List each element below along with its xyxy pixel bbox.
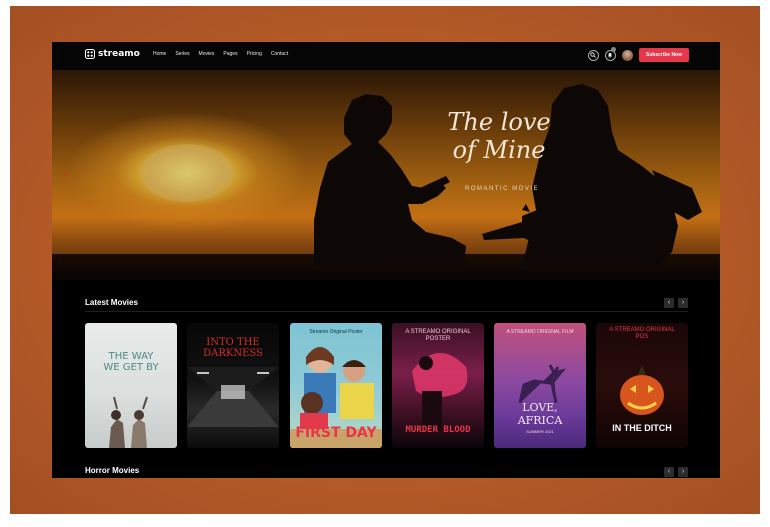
- bell-icon: [608, 53, 613, 58]
- movie-poster[interactable]: Streamo Original Poster FIRST DAY: [290, 323, 382, 448]
- poster-image: [518, 364, 567, 403]
- top-navbar: streamo Home Series Movies Pages Pricing…: [52, 42, 720, 70]
- streaming-app-window: streamo Home Series Movies Pages Pricing…: [52, 42, 720, 478]
- poster-tagline: Streamo Original Poster: [309, 329, 363, 335]
- main-menu: Home Series Movies Pages Pricing Contact: [153, 51, 297, 57]
- movie-poster[interactable]: A STREAMO ORIGINAL FILM LOVE, AFRICA SUM…: [494, 323, 586, 448]
- poster-title: IN THE DITCH: [612, 423, 672, 433]
- latest-prev-button[interactable]: ‹: [664, 298, 674, 308]
- menu-item-movies[interactable]: Movies: [199, 51, 215, 57]
- hero-prev-arrow[interactable]: ‹: [64, 168, 67, 179]
- nav-actions: Subscribe Now: [587, 46, 689, 62]
- menu-item-pages[interactable]: Pages: [223, 51, 237, 57]
- poster-image: [620, 365, 664, 415]
- section-divider: [85, 311, 688, 312]
- menu-item-contact[interactable]: Contact: [271, 51, 288, 57]
- notification-badge: [610, 46, 616, 52]
- latest-movies-row: THE WAY WE GET BY INTO THE DARKNESS Stre…: [85, 323, 720, 448]
- latest-movies-title: Latest Movies: [85, 298, 138, 307]
- horror-movies-title: Horror Movies: [85, 466, 140, 475]
- movie-poster[interactable]: A STREAMO ORIGINAL POSTER MURDER BLOOD: [392, 323, 484, 448]
- poster-tagline: A STREAMO ORIGINAL FILM: [506, 329, 574, 335]
- logo-text: streamo: [98, 49, 140, 59]
- avatar[interactable]: [621, 49, 633, 61]
- movie-poster[interactable]: THE WAY WE GET BY: [85, 323, 177, 448]
- poster-image: [109, 396, 148, 448]
- hero-title-line-1: The love: [447, 108, 551, 136]
- poster-title: MURDER BLOOD: [405, 425, 471, 435]
- search-icon: [590, 52, 597, 58]
- poster-date: SUMMER 2021: [526, 429, 554, 434]
- movie-poster[interactable]: INTO THE DARKNESS: [187, 323, 279, 448]
- poster-title: THE WAY WE GET BY: [103, 351, 159, 373]
- logo-icon: [85, 49, 95, 59]
- poster-title: LOVE, AFRICA: [517, 401, 563, 427]
- notifications-button[interactable]: [604, 46, 616, 61]
- latest-movies-arrows: ‹ ›: [664, 298, 688, 308]
- search-button[interactable]: [587, 49, 599, 61]
- movie-poster[interactable]: A STREAMO ORIGINAL POS IN THE DITCH: [596, 323, 688, 448]
- horror-movies-arrows: ‹ ›: [664, 467, 688, 477]
- logo[interactable]: streamo: [85, 49, 140, 59]
- menu-item-pricing[interactable]: Pricing: [247, 51, 262, 57]
- poster-tagline: A STREAMO ORIGINAL POS: [609, 327, 675, 340]
- couple-silhouette: [314, 84, 702, 266]
- hero-subtitle: ROMANTIC MOVIE: [464, 186, 539, 192]
- menu-item-series[interactable]: Series: [175, 51, 189, 57]
- poster-image: [412, 352, 468, 429]
- menu-item-home[interactable]: Home: [153, 51, 166, 57]
- hero-title-line-2: of Mine: [452, 136, 546, 164]
- poster-title: FIRST DAY: [295, 425, 377, 441]
- hero-title: The love of Mine: [444, 108, 554, 164]
- horror-next-button[interactable]: ›: [678, 467, 688, 477]
- subscribe-button[interactable]: Subscribe Now: [638, 48, 689, 62]
- poster-image: [187, 367, 279, 427]
- poster-title: INTO THE DARKNESS: [203, 337, 263, 359]
- latest-next-button[interactable]: ›: [678, 298, 688, 308]
- hero-banner[interactable]: The love of Mine ROMANTIC MOVIE ‹: [52, 70, 720, 280]
- horror-prev-button[interactable]: ‹: [664, 467, 674, 477]
